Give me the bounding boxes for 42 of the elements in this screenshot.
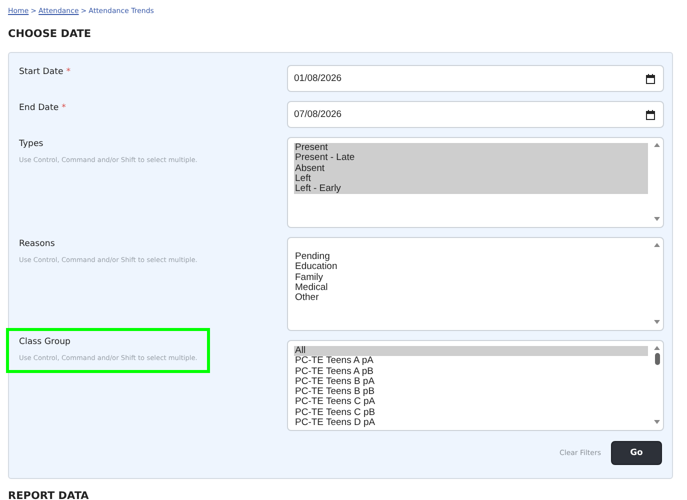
multi-select-list[interactable]: Present Present - Late Absent Left Left - Early bbox=[287, 137, 664, 228]
section-heading: REPORT DATA bbox=[8, 490, 90, 500]
scroll-down-arrow-icon[interactable] bbox=[654, 420, 660, 424]
list-option[interactable]: Present - Late bbox=[294, 153, 648, 164]
list-option[interactable]: All bbox=[294, 346, 648, 356]
list-option[interactable]: Present bbox=[294, 143, 648, 154]
section-heading: CHOOSE DATE bbox=[8, 28, 92, 42]
list-option[interactable]: Left - Early bbox=[294, 184, 648, 194]
scrollbar-thumb[interactable] bbox=[654, 353, 660, 365]
multi-select-list[interactable]: All PC-TE Teens A pA PC-TE Teens A pB PC-TE Teens B pA PC-TE Teens B pB PC-TE Teens C pA PC-TE Teens C pB PC-TE Teens D pA bbox=[287, 340, 664, 431]
field-label: Reasons bbox=[19, 239, 55, 249]
list-option[interactable]: Left bbox=[294, 174, 648, 184]
list-option[interactable]: PC-TE Teens C pB bbox=[294, 408, 648, 418]
list-option[interactable]: PC-TE Teens B pA bbox=[294, 376, 648, 388]
list-option[interactable]: Absent bbox=[294, 164, 648, 174]
list-option[interactable]: PC-TE Teens A pA bbox=[294, 356, 648, 367]
calendar-icon[interactable] bbox=[646, 110, 655, 120]
list-option[interactable]: PC-TE Teens C pA bbox=[294, 397, 648, 408]
required-mark: * bbox=[62, 103, 66, 113]
scroll-down-arrow-icon[interactable] bbox=[654, 320, 660, 324]
field-label: Start Date bbox=[19, 67, 64, 77]
list-option[interactable]: Education bbox=[294, 262, 648, 273]
list-option[interactable]: PC-TE Teens A pB bbox=[294, 366, 648, 377]
scroll-up-arrow-icon[interactable] bbox=[654, 346, 660, 350]
scroll-down-arrow-icon[interactable] bbox=[654, 217, 660, 221]
list-option[interactable]: Medical bbox=[294, 282, 648, 294]
scroll-up-arrow-icon[interactable] bbox=[654, 143, 660, 147]
calendar-icon[interactable] bbox=[646, 74, 655, 84]
scroll-up-arrow-icon[interactable] bbox=[654, 243, 660, 247]
multi-select-list[interactable]: Pending Education Family Medical Other bbox=[287, 237, 664, 331]
list-option[interactable]: Pending bbox=[294, 252, 648, 262]
list-option[interactable]: Other bbox=[294, 293, 648, 304]
date-field[interactable]: 07/08/2026 bbox=[287, 101, 664, 128]
date-field[interactable]: 01/08/2026 bbox=[287, 65, 664, 92]
field-label: End Date bbox=[19, 103, 59, 113]
field-label: Class Group bbox=[19, 337, 71, 347]
field-label: Types bbox=[19, 139, 44, 149]
list-option[interactable]: Family bbox=[294, 272, 648, 283]
list-option[interactable]: PC-TE Teens B pB bbox=[294, 387, 648, 398]
list-option[interactable]: PC-TE Teens D pA bbox=[294, 418, 648, 428]
go-button[interactable]: Go bbox=[611, 441, 662, 465]
required-mark: * bbox=[66, 67, 71, 77]
